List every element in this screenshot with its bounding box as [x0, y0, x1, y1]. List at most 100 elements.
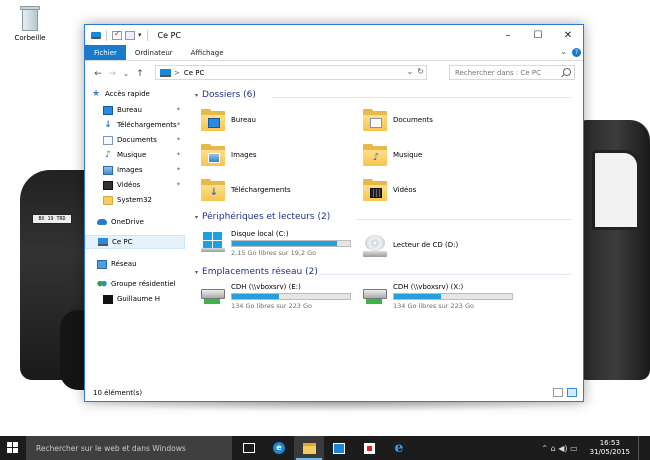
sidebar-item-ce-pc[interactable]: Ce PC [85, 235, 185, 249]
collapse-chevron-icon[interactable]: ▾ [195, 92, 198, 99]
computer-icon [160, 68, 171, 77]
file-explorer-icon [302, 442, 316, 454]
network-drive-item-e[interactable]: CDH (\\vboxsrv) (E:) 134 Go libres sur 2… [201, 283, 351, 310]
sidebar-item-groupe-residentiel[interactable]: Groupe résidentiel [85, 277, 185, 291]
breadcrumb[interactable]: Ce PC [184, 69, 205, 77]
taskbar-search[interactable]: Rechercher sur le web et dans Windows [26, 436, 232, 460]
task-view-button[interactable] [234, 436, 264, 460]
pin-icon: ✦ [175, 151, 181, 158]
group-divider [319, 274, 571, 275]
tab-fichier[interactable]: Fichier [85, 45, 126, 60]
back-button[interactable]: ← [91, 69, 105, 79]
sidebar-item-reseau[interactable]: Réseau [85, 257, 185, 271]
taskbar-app-explorer[interactable] [294, 436, 324, 460]
sidebar-item-system32[interactable]: System32 [85, 193, 185, 207]
cd-drive-icon [363, 235, 387, 257]
address-dropdown-icon[interactable]: ⌄ [407, 67, 414, 76]
car-door-window-image [592, 150, 640, 230]
new-folder-icon[interactable] [125, 30, 135, 40]
group-divider [271, 97, 571, 98]
music-icon: ♪ [105, 149, 111, 160]
close-button[interactable]: ✕ [553, 25, 583, 45]
taskbar-app-store[interactable] [324, 436, 354, 460]
sidebar-item-images[interactable]: Images ✦ [85, 163, 185, 177]
group-header-folders[interactable]: ▾ Dossiers (6) [195, 90, 256, 100]
folder-item-musique[interactable]: ♪ Musique [363, 144, 422, 166]
this-pc-icon[interactable] [91, 31, 101, 39]
sidebar-item-musique[interactable]: ♪ Musique ✦ [85, 148, 185, 162]
folder-item-images[interactable]: Images [201, 144, 257, 166]
customize-qa-icon[interactable]: ▾ [138, 31, 142, 39]
car-plate: BX 19 TRD [32, 214, 72, 224]
music-folder-icon: ♪ [363, 144, 387, 166]
clock[interactable]: 16:53 31/05/2015 [582, 439, 638, 457]
cloud-icon [97, 219, 107, 225]
forward-button[interactable]: → [105, 69, 119, 79]
pin-icon: ✦ [175, 136, 181, 143]
group-header-network[interactable]: ▾ Emplacements réseau (2) [195, 267, 318, 277]
sidebar-item-label: Bureau [117, 106, 142, 114]
breadcrumb-chevron-icon[interactable]: > [174, 69, 180, 77]
quick-access-toolbar: ▾ [85, 29, 150, 41]
sidebar-item-bureau[interactable]: Bureau ✦ [85, 103, 185, 117]
folder-item-telechargements[interactable]: ↓ Téléchargements [201, 179, 291, 201]
taskbar-app-ie[interactable]: e [264, 436, 294, 460]
properties-icon[interactable] [112, 29, 122, 40]
folder-label: Images [231, 151, 257, 159]
search-input[interactable] [455, 68, 555, 77]
folder-label: Documents [393, 116, 433, 124]
large-icons-view-icon[interactable] [567, 388, 577, 397]
tab-ordinateur[interactable]: Ordinateur [126, 45, 182, 60]
recycle-bin-shortcut[interactable]: Corbeille [8, 4, 52, 42]
taskbar-app-red[interactable] [354, 436, 384, 460]
address-bar[interactable]: > Ce PC ⌄ ↻ [155, 65, 427, 80]
internet-explorer-icon: e [273, 442, 285, 454]
start-button[interactable] [0, 436, 26, 460]
drive-item-d[interactable]: Lecteur de CD (D:) [363, 235, 458, 257]
sidebar-item-onedrive[interactable]: OneDrive [85, 215, 185, 229]
documents-folder-icon [363, 109, 387, 131]
sidebar-item-label: Accès rapide [105, 90, 150, 98]
drive-item-c[interactable]: Disque local (C:) 2,15 Go libres sur 19,… [201, 230, 351, 257]
folder-item-bureau[interactable]: Bureau [201, 109, 256, 131]
collapse-chevron-icon[interactable]: ▾ [195, 269, 198, 276]
sidebar-item-guillaume-h[interactable]: Guillaume H [85, 292, 185, 306]
folder-label: Vidéos [393, 186, 417, 194]
sidebar-item-telechargements[interactable]: ↓ Téléchargements ✦ [85, 118, 185, 132]
folder-item-videos[interactable]: Vidéos [363, 179, 416, 201]
taskbar: Rechercher sur le web et dans Windows e … [0, 436, 650, 460]
pin-icon: ✦ [175, 121, 181, 128]
network-drive-item-x[interactable]: CDH (\\vboxsrv) (X:) 134 Go libres sur 2… [363, 283, 513, 310]
up-button[interactable]: ↑ [133, 69, 147, 79]
drive-free-space: 134 Go libres sur 223 Go [231, 302, 313, 310]
search-icon[interactable] [563, 68, 571, 76]
folder-label: Bureau [231, 116, 256, 124]
collapse-chevron-icon[interactable]: ▾ [195, 214, 198, 221]
expand-ribbon-icon[interactable]: ⌄ [560, 47, 567, 56]
title-bar[interactable]: ▾ Ce PC – ☐ ✕ [85, 25, 583, 45]
computer-icon [98, 238, 108, 246]
search-box[interactable] [449, 65, 575, 80]
tab-affichage[interactable]: Affichage [182, 45, 233, 60]
group-header-devices[interactable]: ▾ Périphériques et lecteurs (2) [195, 212, 330, 222]
sidebar-item-acces-rapide[interactable]: ★ Accès rapide [85, 87, 185, 101]
document-icon [103, 135, 113, 145]
taskbar-app-edge[interactable]: e [384, 436, 414, 460]
minimize-button[interactable]: – [493, 25, 523, 45]
sidebar-item-label: Téléchargements [117, 121, 177, 129]
recent-locations-button[interactable]: ⌄ [119, 70, 133, 78]
details-view-icon[interactable] [553, 388, 563, 397]
sidebar-item-documents[interactable]: Documents ✦ [85, 133, 185, 147]
show-desktop-button[interactable] [638, 436, 650, 460]
tray-icons[interactable]: ⌃ ⌂ ◀) ▭ [541, 444, 577, 453]
sidebar-item-label: Guillaume H [117, 295, 161, 303]
sidebar-item-videos[interactable]: Vidéos ✦ [85, 178, 185, 192]
folder-item-documents[interactable]: Documents [363, 109, 433, 131]
status-bar: 10 élément(s) [85, 385, 583, 401]
maximize-button[interactable]: ☐ [523, 25, 553, 45]
explorer-window: ▾ Ce PC – ☐ ✕ Fichier Ordinateur Afficha… [84, 24, 584, 402]
help-icon[interactable]: ? [572, 48, 581, 57]
refresh-icon[interactable]: ↻ [417, 67, 424, 76]
qa-separator [106, 29, 107, 41]
network-icon [97, 259, 107, 269]
